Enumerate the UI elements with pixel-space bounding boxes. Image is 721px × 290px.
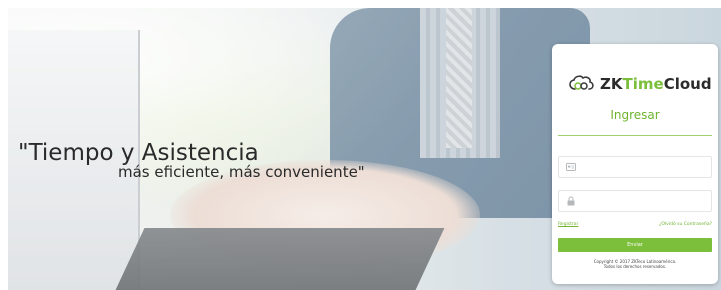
login-card: ZKTimeCloud Ingresar Registrar ¿Olvidó s… (552, 44, 718, 284)
copyright-line-2: Todos los derechos reservados. (603, 264, 667, 269)
title-divider (558, 135, 712, 136)
slogan-line-2: más eficiente, más conveniente" (118, 163, 365, 181)
brand-name: ZKTimeCloud (600, 75, 712, 93)
password-field[interactable] (558, 190, 712, 212)
lock-icon (565, 195, 577, 207)
username-field[interactable] (558, 156, 712, 178)
auth-links: Registrar ¿Olvidó su Contraseña? (558, 222, 712, 227)
submit-button[interactable]: Enviar (558, 238, 712, 252)
brand-logo: ZKTimeCloud (566, 74, 712, 94)
brand-suffix: Cloud (663, 75, 712, 93)
password-input[interactable] (581, 197, 701, 205)
brand-prefix: ZK (600, 75, 623, 93)
cloud-link-icon (566, 74, 596, 94)
forgot-password-link[interactable]: ¿Olvidó su Contraseña? (659, 222, 712, 227)
login-title: Ingresar (610, 108, 660, 122)
username-input[interactable] (581, 163, 701, 171)
register-link[interactable]: Registrar (558, 222, 578, 227)
copyright-footer: Copyright © 2017 ZKTeco Latinoamérica. T… (552, 259, 718, 269)
brand-accent: Time (622, 75, 664, 93)
login-page: "Tiempo y Asistencia más eficiente, más … (0, 0, 721, 290)
user-card-icon (565, 161, 577, 173)
